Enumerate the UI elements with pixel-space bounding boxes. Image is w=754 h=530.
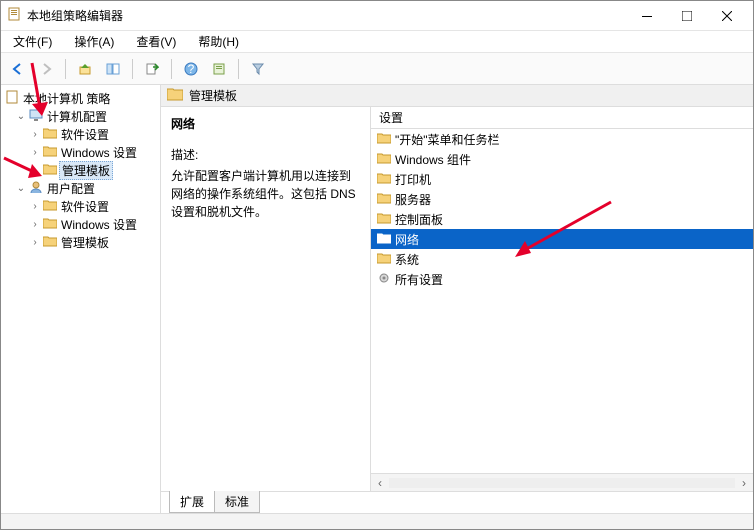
separator [132, 59, 133, 79]
folder-icon [377, 212, 391, 227]
back-button[interactable] [7, 58, 29, 80]
folder-icon [43, 145, 57, 160]
folder-icon [377, 172, 391, 187]
tabs: 扩展 标准 [161, 491, 753, 513]
split-panes: 网络 描述: 允许配置客户端计算机用以连接到网络的操作系统组件。这包括 DNS … [161, 107, 753, 491]
horizontal-scrollbar[interactable]: ‹ › [371, 473, 753, 491]
content: 本地计算机 策略 ⌄ 计算机配置 › 软件设置 › Windows 设置 › 管… [1, 85, 753, 513]
expand-icon[interactable]: › [29, 201, 41, 212]
tree-u-win[interactable]: › Windows 设置 [3, 215, 158, 233]
close-button[interactable] [707, 2, 747, 30]
gear-icon [377, 271, 391, 288]
menu-help[interactable]: 帮助(H) [194, 31, 243, 52]
description-body: 允许配置客户端计算机用以连接到网络的操作系统组件。这包括 DNS 设置和脱机文件… [171, 167, 360, 221]
minimize-button[interactable] [627, 2, 667, 30]
list-body[interactable]: "开始"菜单和任务栏 Windows 组件打印机服务器控制面板网络系统所有设置 [371, 129, 753, 473]
list-item-label: Windows 组件 [395, 151, 471, 168]
expand-icon[interactable]: › [29, 147, 41, 158]
tree-c-win[interactable]: › Windows 设置 [3, 143, 158, 161]
list-item-label: 所有设置 [395, 271, 443, 288]
titlebar: 本地组策略编辑器 [1, 1, 753, 31]
list-item-label: 控制面板 [395, 211, 443, 228]
folder-icon [43, 199, 57, 214]
app-icon [7, 7, 21, 24]
tree-user-config[interactable]: ⌄ 用户配置 [3, 179, 158, 197]
filter-button[interactable] [247, 58, 269, 80]
scroll-track[interactable] [389, 478, 735, 488]
list-item[interactable]: 网络 [371, 229, 753, 249]
expand-icon[interactable]: › [29, 237, 41, 248]
statusbar [1, 513, 753, 529]
export-button[interactable] [141, 58, 163, 80]
collapse-icon[interactable]: ⌄ [15, 111, 27, 122]
list-item[interactable]: 控制面板 [371, 209, 753, 229]
scroll-right-icon[interactable]: › [735, 476, 753, 490]
pathbar: 管理模板 [161, 85, 753, 107]
folder-icon [167, 87, 183, 104]
list-item-label: 系统 [395, 251, 419, 268]
expand-icon[interactable]: › [29, 219, 41, 230]
show-hide-tree-button[interactable] [102, 58, 124, 80]
menu-view[interactable]: 查看(V) [132, 31, 180, 52]
forward-button[interactable] [35, 58, 57, 80]
menubar: 文件(F) 操作(A) 查看(V) 帮助(H) [1, 31, 753, 53]
list-item[interactable]: 系统 [371, 249, 753, 269]
separator [238, 59, 239, 79]
list-pane: 设置 "开始"菜单和任务栏 Windows 组件打印机服务器控制面板网络系统所有设… [371, 107, 753, 491]
svg-text:?: ? [188, 62, 195, 76]
toolbar: ? [1, 53, 753, 85]
folder-icon [43, 163, 57, 178]
description-pane: 网络 描述: 允许配置客户端计算机用以连接到网络的操作系统组件。这包括 DNS … [161, 107, 371, 491]
expand-icon[interactable]: › [29, 129, 41, 140]
separator [65, 59, 66, 79]
user-icon [29, 180, 43, 197]
description-heading: 网络 [171, 115, 360, 132]
up-button[interactable] [74, 58, 96, 80]
list-item[interactable]: "开始"菜单和任务栏 [371, 129, 753, 149]
menu-action[interactable]: 操作(A) [70, 31, 118, 52]
window-title: 本地组策略编辑器 [27, 7, 627, 24]
maximize-button[interactable] [667, 2, 707, 30]
tab-standard[interactable]: 标准 [214, 491, 260, 513]
policy-icon [5, 90, 19, 107]
list-item-label: 网络 [395, 231, 419, 248]
folder-icon [43, 217, 57, 232]
tree-u-admin[interactable]: › 管理模板 [3, 233, 158, 251]
list-item[interactable]: Windows 组件 [371, 149, 753, 169]
tree-root[interactable]: 本地计算机 策略 [3, 89, 158, 107]
collapse-icon[interactable]: ⌄ [15, 183, 27, 194]
path-label: 管理模板 [189, 87, 237, 104]
folder-icon [377, 152, 391, 167]
scroll-left-icon[interactable]: ‹ [371, 476, 389, 490]
list-column-header[interactable]: 设置 [371, 107, 753, 129]
tree-c-admin[interactable]: › 管理模板 [3, 161, 158, 179]
help-button[interactable]: ? [180, 58, 202, 80]
computer-icon [29, 108, 43, 125]
list-item[interactable]: 打印机 [371, 169, 753, 189]
tab-extended[interactable]: 扩展 [169, 491, 215, 513]
tree-pane[interactable]: 本地计算机 策略 ⌄ 计算机配置 › 软件设置 › Windows 设置 › 管… [1, 85, 161, 513]
description-title: 描述: [171, 146, 360, 163]
tree-c-soft[interactable]: › 软件设置 [3, 125, 158, 143]
folder-icon [43, 127, 57, 142]
tree-u-soft[interactable]: › 软件设置 [3, 197, 158, 215]
tree-computer-config[interactable]: ⌄ 计算机配置 [3, 107, 158, 125]
list-item-label: 服务器 [395, 191, 431, 208]
expand-icon[interactable]: › [29, 165, 41, 176]
properties-button[interactable] [208, 58, 230, 80]
right-pane: 管理模板 网络 描述: 允许配置客户端计算机用以连接到网络的操作系统组件。这包括… [161, 85, 753, 513]
list-item-label: 打印机 [395, 171, 431, 188]
folder-icon [377, 252, 391, 267]
folder-icon [377, 232, 391, 247]
folder-icon [377, 132, 391, 147]
folder-icon [43, 235, 57, 250]
list-item-label: "开始"菜单和任务栏 [395, 131, 500, 148]
separator [171, 59, 172, 79]
menu-file[interactable]: 文件(F) [9, 31, 56, 52]
list-item[interactable]: 服务器 [371, 189, 753, 209]
folder-icon [377, 192, 391, 207]
list-item[interactable]: 所有设置 [371, 269, 753, 289]
